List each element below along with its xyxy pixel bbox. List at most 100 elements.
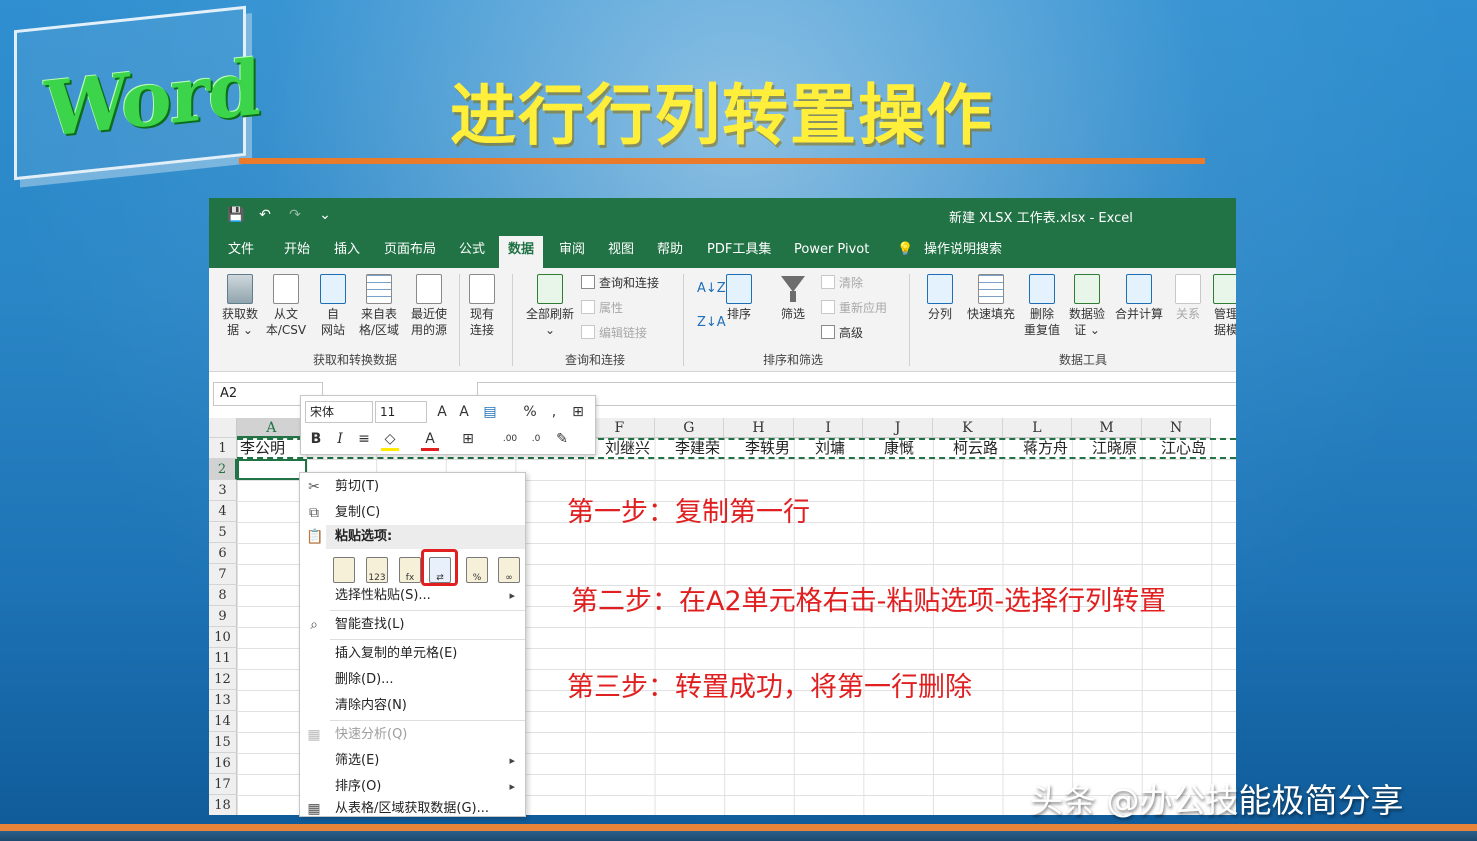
cell-i1[interactable]: 刘墉 (815, 439, 845, 458)
row-header-12[interactable]: 12 (209, 669, 237, 690)
get-data-button[interactable]: 获取数 据 ⌄ (217, 274, 263, 338)
active-cell-a2[interactable] (237, 459, 307, 480)
percent-icon[interactable]: % (521, 403, 539, 421)
tab-insert[interactable]: 插入 (334, 240, 360, 262)
row-header-9[interactable]: 9 (209, 606, 237, 627)
from-table-button[interactable]: 来自表 格/区域 (355, 274, 403, 338)
cell-g1[interactable]: 李建荣 (675, 439, 720, 458)
tab-review[interactable]: 审阅 (559, 240, 585, 262)
tab-view[interactable]: 视图 (608, 240, 634, 262)
tab-formulas[interactable]: 公式 (459, 240, 485, 262)
from-web-button[interactable]: 自 网站 (313, 274, 353, 338)
font-color-icon[interactable]: A (421, 430, 439, 451)
column-header-i[interactable]: I (793, 418, 864, 438)
column-header-m[interactable]: M (1072, 418, 1142, 438)
row-header-14[interactable]: 14 (209, 711, 237, 732)
column-header-l[interactable]: L (1002, 418, 1073, 438)
save-icon[interactable]: 💾 (227, 206, 244, 224)
menu-quick-analysis[interactable]: ▦ 快速分析(Q) (300, 723, 525, 747)
paste-link-icon[interactable]: ∞ (498, 557, 520, 583)
from-csv-button[interactable]: 从文 本/CSV (263, 274, 309, 338)
paste-values-icon[interactable]: 123 (366, 557, 388, 583)
relationships-button[interactable]: 关系 (1171, 274, 1205, 322)
filter-button[interactable]: 筛选 (775, 274, 811, 322)
menu-copy[interactable]: ⧉ 复制(C) (300, 501, 525, 525)
clear-filter-button[interactable]: 清除 (821, 274, 863, 292)
undo-icon[interactable]: ↶ (257, 206, 273, 224)
reapply-button[interactable]: 重新应用 (821, 299, 887, 317)
number-format-icon[interactable]: ▤ (481, 403, 499, 421)
recent-sources-button[interactable]: 最近使 用的源 (405, 274, 453, 338)
font-size-select[interactable]: 11 (375, 401, 427, 423)
paste-formatting-icon[interactable]: % (466, 557, 488, 583)
tab-page-layout[interactable]: 页面布局 (384, 240, 436, 262)
row-header-16[interactable]: 16 (209, 753, 237, 774)
row-header-18[interactable]: 18 (209, 795, 237, 815)
align-center-icon[interactable]: ≡ (355, 430, 373, 448)
cell-j1[interactable]: 康慨 (884, 439, 914, 458)
menu-cut[interactable]: ✂ 剪切(T) (300, 475, 525, 499)
column-header-n[interactable]: N (1141, 418, 1212, 438)
row-header-17[interactable]: 17 (209, 774, 237, 795)
column-header-h[interactable]: H (724, 418, 794, 438)
row-header-3[interactable]: 3 (209, 480, 237, 501)
borders-icon[interactable]: ⊞ (459, 430, 477, 448)
manage-data-model-button[interactable]: 管理 据模 (1209, 274, 1236, 338)
menu-sort[interactable]: 排序(O) ▸ (300, 775, 525, 799)
refresh-all-button[interactable]: 全部刷新 ⌄ (521, 274, 579, 338)
edit-links-button[interactable]: 编辑链接 (581, 324, 647, 342)
cell-h1[interactable]: 李轶男 (745, 439, 790, 458)
decrease-font-icon[interactable]: A (455, 403, 473, 421)
column-header-j[interactable]: J (863, 418, 933, 438)
menu-delete[interactable]: 删除(D)... (300, 668, 525, 692)
row-header-2[interactable]: 2 (209, 459, 237, 480)
row-header-6[interactable]: 6 (209, 543, 237, 564)
row-header-8[interactable]: 8 (209, 585, 237, 606)
fill-color-icon[interactable]: ◇ (381, 430, 399, 451)
cell-l1[interactable]: 蒋方舟 (1023, 439, 1068, 458)
tab-home[interactable]: 开始 (284, 240, 310, 262)
lightbulb-icon[interactable]: 💡 (897, 240, 913, 262)
paste-icon[interactable] (333, 557, 355, 583)
remove-duplicates-button[interactable]: 删除 重复值 (1021, 274, 1063, 338)
consolidate-button[interactable]: 合并计算 (1111, 274, 1167, 322)
column-header-k[interactable]: K (933, 418, 1003, 438)
menu-filter[interactable]: 筛选(E) ▸ (300, 749, 525, 773)
decrease-decimal-icon[interactable]: .0 (527, 430, 545, 448)
tab-pdf-tools[interactable]: PDF工具集 (707, 240, 771, 262)
customize-qat-icon[interactable]: ⌄ (317, 206, 333, 224)
row-header-10[interactable]: 10 (209, 627, 237, 648)
italic-icon[interactable]: I (331, 430, 349, 448)
tab-data[interactable]: 数据 (499, 236, 544, 268)
sort-button[interactable]: 排序 (721, 274, 757, 322)
properties-button[interactable]: 属性 (581, 299, 623, 317)
cell-m1[interactable]: 江晓原 (1092, 439, 1137, 458)
row-header-11[interactable]: 11 (209, 648, 237, 669)
row-header-15[interactable]: 15 (209, 732, 237, 753)
column-header-g[interactable]: G (654, 418, 725, 438)
merge-cells-icon[interactable]: ⊞ (569, 403, 587, 421)
queries-connections-button[interactable]: 查询和连接 (581, 274, 659, 292)
row-header-4[interactable]: 4 (209, 501, 237, 522)
increase-font-icon[interactable]: A (433, 403, 451, 421)
cell-f1[interactable]: 刘继兴 (605, 439, 650, 458)
advanced-filter-button[interactable]: 高级 (821, 324, 863, 342)
column-header-a[interactable]: A (237, 418, 307, 438)
row-header-1[interactable]: 1 (209, 438, 237, 459)
menu-smart-lookup[interactable]: ⌕ 智能查找(L) (300, 613, 525, 637)
redo-icon[interactable]: ↷ (287, 206, 303, 224)
cell-n1[interactable]: 江心岛 (1161, 439, 1206, 458)
data-validation-button[interactable]: 数据验 证 ⌄ (1065, 274, 1109, 338)
cell-a1[interactable]: 李公明 (240, 439, 285, 458)
tab-help[interactable]: 帮助 (657, 240, 683, 262)
increase-decimal-icon[interactable]: .00 (501, 430, 519, 448)
text-to-columns-button[interactable]: 分列 (921, 274, 959, 322)
existing-connections-button[interactable]: 现有 连接 (463, 274, 501, 338)
row-header-13[interactable]: 13 (209, 690, 237, 711)
menu-paste-special[interactable]: 选择性粘贴(S)... ▸ (300, 584, 525, 608)
paste-formulas-icon[interactable]: fx (399, 557, 421, 583)
bold-icon[interactable]: B (307, 430, 325, 448)
tab-power-pivot[interactable]: Power Pivot (794, 240, 869, 262)
select-all-corner[interactable] (209, 418, 237, 438)
font-name-select[interactable]: 宋体 (305, 401, 373, 423)
